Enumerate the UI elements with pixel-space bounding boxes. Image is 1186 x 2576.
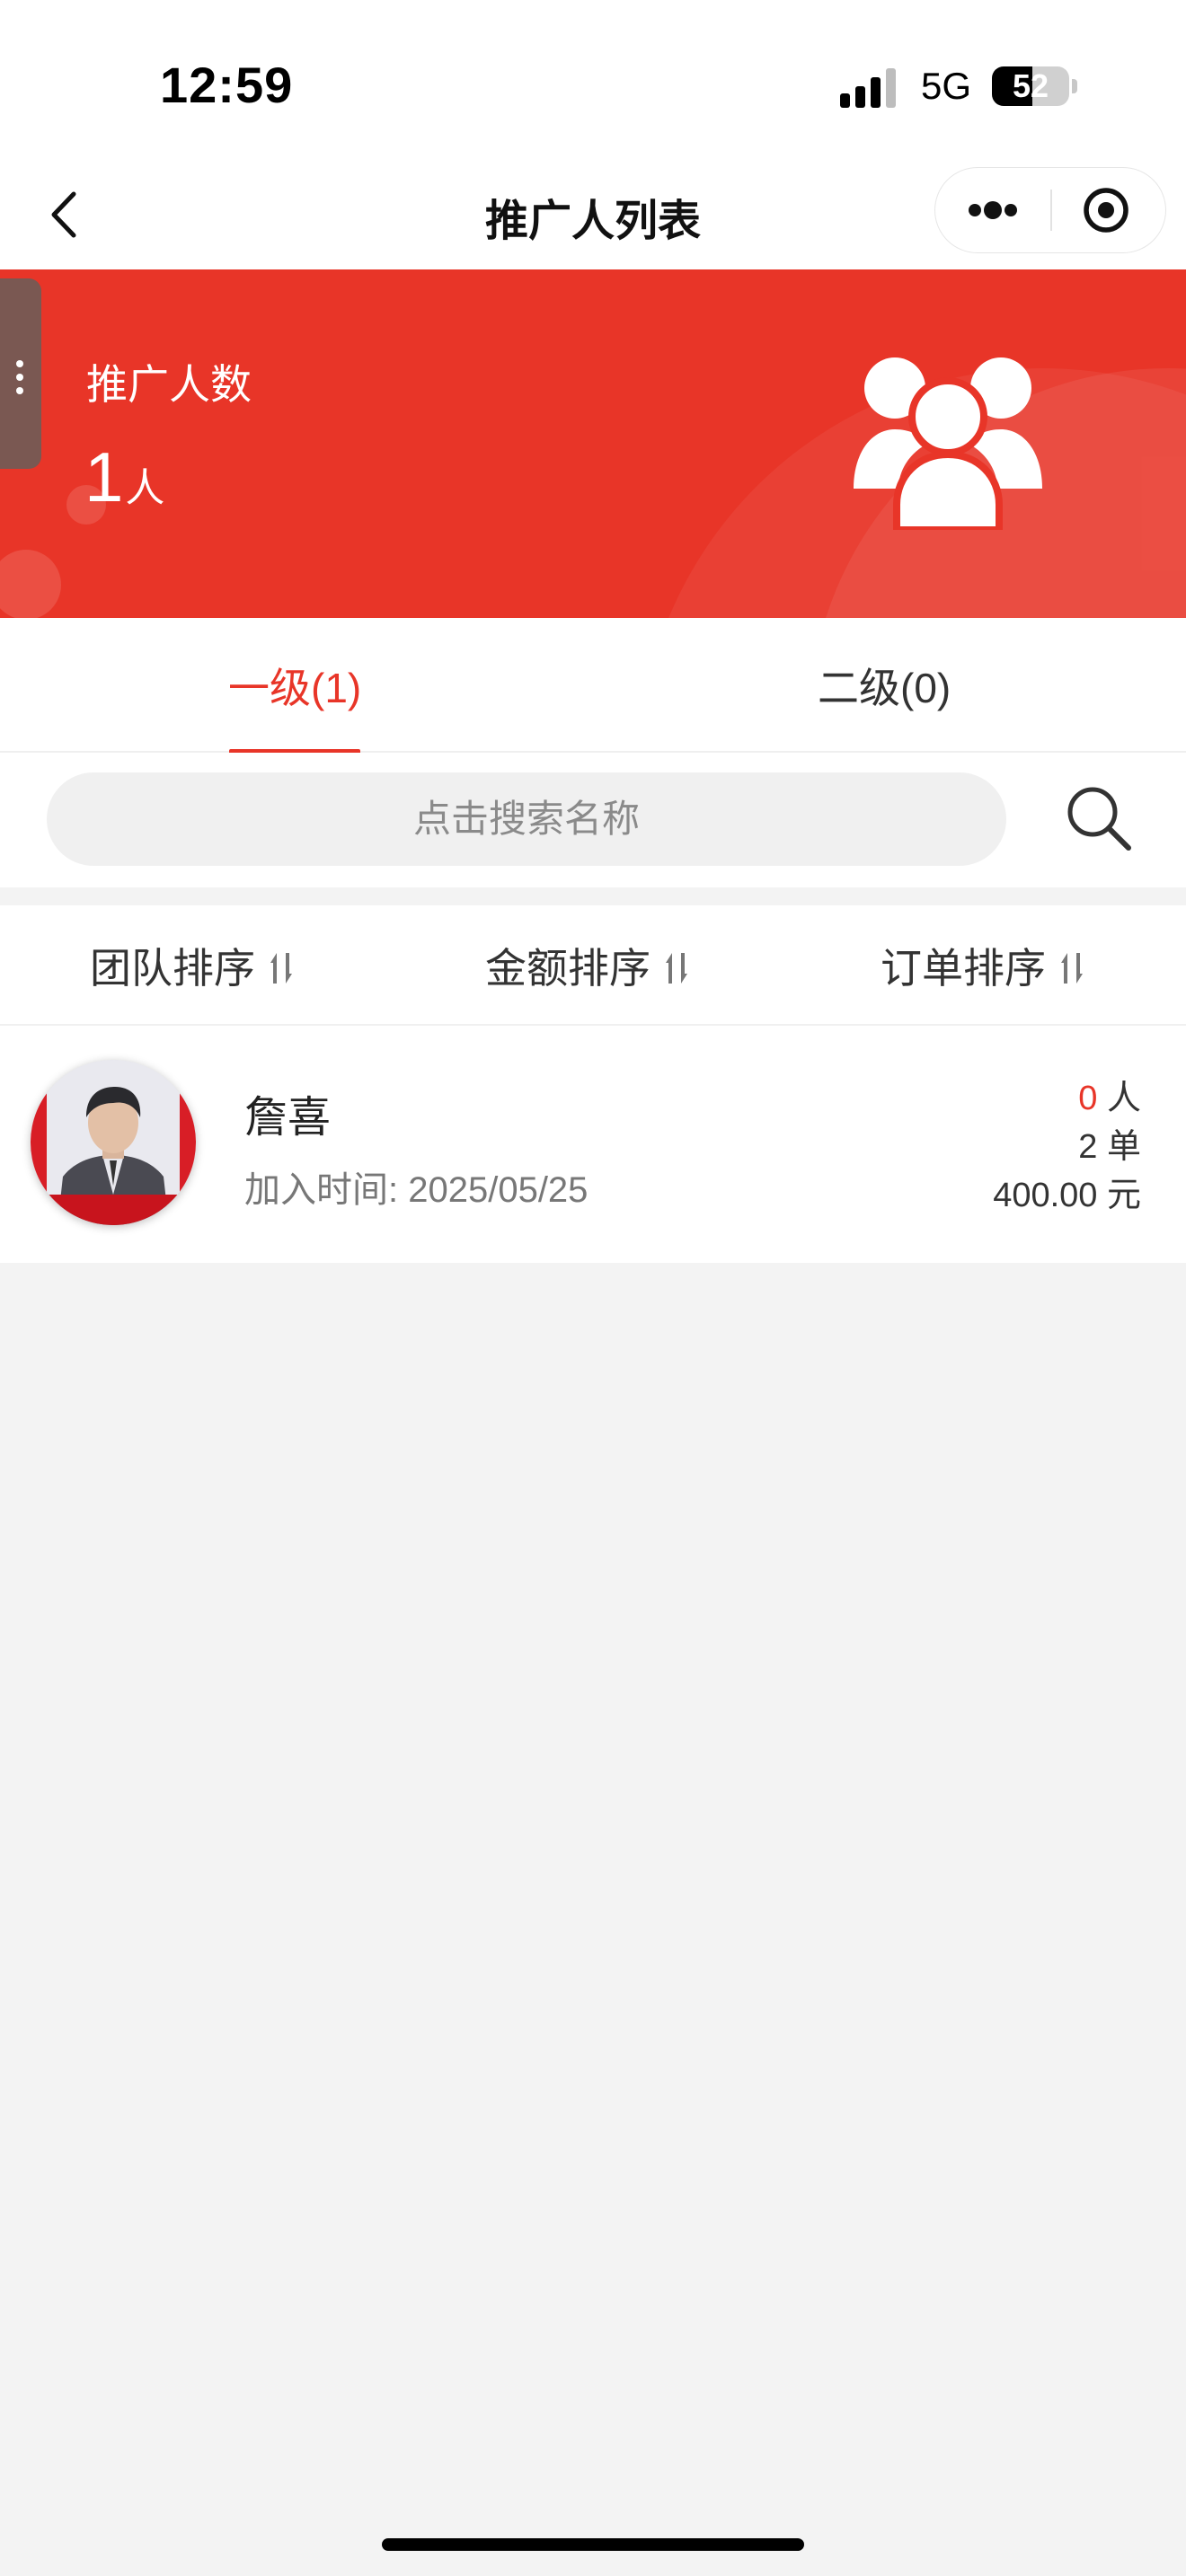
- search-input[interactable]: [47, 772, 1006, 866]
- member-name: 詹喜: [244, 1094, 332, 1142]
- sort-by-team-label: 团队排序: [90, 945, 255, 992]
- member-orders: 2 单: [1078, 1128, 1141, 1166]
- sort-by-amount-button[interactable]: 金额排序: [485, 936, 690, 995]
- status-bar: 12:59 5G 52: [0, 0, 1186, 162]
- network-type: 5G: [921, 65, 972, 107]
- search-row: [0, 753, 1186, 887]
- floating-side-handle[interactable]: [0, 278, 41, 469]
- sort-bar: 团队排序 金额排序 订单排序: [0, 905, 1186, 1026]
- member-people-stat: 0 人: [993, 1074, 1141, 1123]
- status-time: 12:59: [160, 57, 294, 113]
- battery-level: 52: [1012, 67, 1049, 104]
- search-icon[interactable]: [1060, 780, 1137, 857]
- vertical-dots-icon: [16, 360, 23, 394]
- battery-cap: [1072, 79, 1077, 93]
- tab-level-2[interactable]: 二级(0): [818, 656, 951, 715]
- member-stats: 0 人 2 单 400.00 元: [993, 1074, 1141, 1220]
- member-people-count: 0: [1078, 1080, 1098, 1117]
- users-group-icon: [854, 357, 1042, 530]
- sort-by-orders-button[interactable]: 订单排序: [881, 936, 1085, 995]
- target-close-icon[interactable]: [1052, 168, 1165, 252]
- promoter-count-unit: 人: [125, 466, 165, 510]
- promoter-count-number: 1: [84, 437, 124, 516]
- member-join-date: 加入时间: 2025/05/25: [244, 1170, 589, 1210]
- promoter-count: 1人: [84, 437, 164, 518]
- banner-decor-dot: [0, 550, 61, 618]
- member-avatar: [31, 1060, 196, 1225]
- sort-icon: [666, 953, 687, 984]
- more-dots-icon[interactable]: [935, 168, 1050, 252]
- sort-by-amount-label: 金额排序: [485, 945, 651, 992]
- sort-icon: [1061, 953, 1083, 984]
- level-tabs: 一级(1) 二级(0): [0, 618, 1186, 754]
- promoter-summary-banner: 推广人数 1人: [0, 269, 1186, 618]
- sort-icon: [270, 953, 292, 984]
- sort-by-team-button[interactable]: 团队排序: [90, 936, 295, 995]
- cellular-signal-icon: [840, 68, 896, 108]
- home-indicator: [382, 2538, 804, 2551]
- nav-bar: 推广人列表: [0, 162, 1186, 269]
- sort-by-orders-label: 订单排序: [881, 945, 1046, 992]
- member-amount: 400.00 元: [993, 1177, 1141, 1214]
- member-people-unit: 人: [1106, 1080, 1141, 1117]
- member-list-item[interactable]: 詹喜 加入时间: 2025/05/25 0 人 2 单 400.00 元: [0, 1026, 1186, 1263]
- mini-program-capsule: [934, 167, 1166, 253]
- promoter-count-label: 推广人数: [86, 361, 252, 408]
- battery-icon: 52: [992, 66, 1069, 106]
- tab-level-1[interactable]: 一级(1): [228, 656, 361, 715]
